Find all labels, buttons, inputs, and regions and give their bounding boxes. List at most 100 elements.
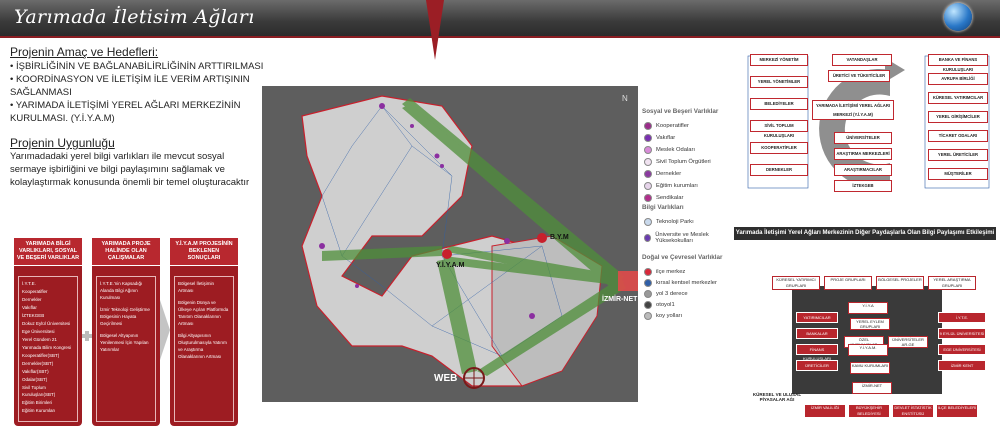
diagram2-caption: Yarımada İletişimi Yerel Ağları Merkezin… — [734, 227, 996, 240]
diagram1-right-box: KÜRESEL YATIRIMCILAR — [928, 92, 988, 104]
legend-label: otoyol1 — [656, 302, 675, 308]
diagram2-inner-box: Y.İ.Y.A — [848, 302, 888, 314]
legend-label: Dernekler — [656, 171, 682, 177]
legend-swatch — [644, 194, 652, 202]
diagram2-bottom-label: KÜRESEL VE ULUSAL PİYASALAR AĞI — [752, 392, 802, 402]
arrow-right-icon — [160, 300, 170, 360]
legend-item: Meslek Odaları — [644, 146, 695, 154]
column-title: YARIMADA PROJE HALİNDE OLAN ÇALIŞMALAR — [92, 238, 160, 266]
column-line: Vakıflar — [22, 305, 37, 310]
legend-item: kırsal kentsel merkezler — [644, 279, 717, 287]
diagram1-center-box: VATANDAŞLAR — [832, 54, 892, 66]
column-line: Yarımada Bilim Kongresi — [22, 345, 72, 350]
legend-swatch — [644, 290, 652, 298]
column-line: Eğitim Birimleri — [22, 400, 53, 405]
column-line: Dernekler — [22, 297, 42, 302]
column-assets: YARIMADA BİLGİ VARLIKLARI, SOSYAL VE BEŞ… — [14, 238, 82, 426]
column-line: Dernekler(SBT) — [22, 361, 54, 366]
purpose-item: • KOORDİNASYON VE İLETİŞİM İLE VERİM ART… — [10, 74, 250, 85]
column-line: Kooperatifler — [22, 289, 48, 294]
column-line: Ege Üniversitesi — [22, 329, 55, 334]
column-line: Yerel Gündem 21 — [22, 337, 57, 342]
diagram1-left-box: BELEDİYELER — [750, 98, 808, 110]
legend-swatch — [644, 312, 652, 320]
column-list: İ.Y.T.E.'nin Kapsadığı Alanda Bilgi Ağın… — [96, 276, 156, 422]
column-list: İ.Y.T.E. Kooperatifler Dernekler Vakıflar İZ… — [18, 276, 78, 422]
column-line: Kooperatifler(SBT) — [22, 353, 60, 358]
diagram2-right-box: 9 EYLÜL ÜNİVERSİTESİ — [938, 328, 986, 339]
diagram2-inner-box: İZMİR-NET — [852, 382, 892, 394]
legend-item: otoyol1 — [644, 301, 675, 309]
peninsula-map: Y.İ.Y.A.M B.Y.M İZMİR-NET WEB N — [262, 86, 638, 402]
legend-swatch — [644, 122, 652, 130]
diagram1-center-box: ÜNİVERSİTELER — [834, 132, 892, 144]
diagram2-right-box: EGE ÜNİVERSİTESİ — [938, 344, 986, 355]
plus-icon — [82, 331, 92, 341]
legend-label: Vakıflar — [656, 135, 676, 141]
legend-label: Kooperatifler — [656, 123, 689, 129]
column-projects: YARIMADA PROJE HALİNDE OLAN ÇALIŞMALAR İ… — [92, 238, 160, 426]
diagram1-right-box: YEREL ÜRETİCİLER — [928, 149, 988, 161]
globe-icon — [944, 3, 972, 31]
legend-label: Üniversite ve Meslek Yüksekokulları — [655, 232, 709, 244]
legend-label: Teknoloji Parkı — [656, 219, 694, 225]
map-label-web: WEB — [434, 373, 458, 384]
legend-swatch — [644, 170, 652, 178]
diagram2-top-box: KÜRESEL YATIRIMCI GRUPLARI — [772, 276, 820, 290]
diagram2-inner-box: KAMU KURUMLARI — [850, 362, 890, 374]
legend-swatch — [644, 268, 652, 276]
legend-swatch — [644, 279, 652, 287]
diagram1-left-box: SİVİL TOPLUM KURULUŞLARI — [750, 120, 808, 138]
column-line: Sivil Toplum Kuruluşları(SBT) — [22, 385, 56, 397]
legend-item: Dernekler — [644, 170, 681, 178]
map-label-izmir: İZMİR-NET — [602, 296, 638, 303]
diagram2-top-box: YEREL ARAŞTIRMA GRUPLARI — [928, 276, 976, 290]
diagram2-bottom-box: BÜYÜKŞEHİR BELEDİYESİ — [848, 404, 890, 418]
column-line: Dokuz Eylül Üniversitesi — [22, 321, 71, 326]
diagram2-inner-box: ÜNİVERSİTELER AR-GE — [888, 336, 928, 348]
legend-item: Sendikalar — [644, 194, 683, 202]
legend-label: ilçe merkez — [656, 269, 686, 275]
column-results: Y.İ.Y.A.M PROJESİNİN BEKLENEN SONUÇLARI … — [170, 238, 238, 426]
diagram1-center-box: YARIMADA İLETİŞİMİ YEREL AĞLARI MERKEZİ … — [812, 100, 894, 120]
legend-item: Kooperatifler — [644, 122, 689, 130]
compass-icon: N — [622, 94, 628, 103]
suitability-heading: Projenin Uygunluğu — [10, 136, 115, 150]
stakeholder-diagram: MERKEZİ YÖNETİM YEREL YÖNETİMLER BELEDİYEL… — [740, 48, 995, 198]
diagram1-left-box: YEREL YÖNETİMLER — [750, 76, 808, 88]
column-title: Y.İ.Y.A.M PROJESİNİN BEKLENEN SONUÇLARI — [170, 238, 238, 266]
legend-swatch — [644, 182, 652, 190]
diagram2-right-box: İZMİR KENT — [938, 360, 986, 371]
diagram1-right-box: MÜŞTERİLER — [928, 168, 988, 180]
column-line: İZTEKGEB — [22, 313, 45, 318]
legend-label: koy yolları — [656, 313, 683, 319]
column-line: Bölgesel İletişimin Artması — [178, 281, 215, 293]
column-list: Bölgesel İletişimin Artması Bölgenin Düny… — [174, 276, 234, 422]
diagram1-right-box: BANKA VE FİNANS KURULUŞLARI — [928, 54, 988, 72]
column-line: İ.Y.T.E. — [22, 281, 36, 286]
diagram2-bottom-box: İZMİR VALİLİĞİ — [804, 404, 846, 418]
column-line: İzmir Teknoloji Geliştirme Bölgesinin Ha… — [100, 307, 150, 326]
diagram1-left-box: KOOPERATİFLER — [750, 142, 808, 154]
diagram1-right-box: TİCARET ODALARI — [928, 130, 988, 142]
column-line: İ.Y.T.E.'nin Kapsadığı Alanda Bilgi Ağın… — [100, 281, 143, 300]
diagram2-left-box: FİNANS KURULUŞLARI — [796, 344, 838, 361]
purpose-item: • YARIMADA İLETİŞİMİ YEREL AĞLARI MERKEZ… — [10, 100, 241, 111]
diagram1-center-box: ARAŞTIRMACILAR — [834, 164, 892, 176]
legend-label: Eğitim kurumları — [656, 183, 698, 189]
column-line: Bilgi Altyapısının Oluşturulmasıyla Yatı… — [178, 333, 227, 359]
legend-swatch — [644, 301, 652, 309]
legend-item: Sivil Toplum Örgütleri — [644, 158, 711, 166]
diagram1-right-box: YEREL GİRİŞİMCİLER — [928, 111, 988, 123]
legend-item: Teknoloji Parkı — [644, 218, 694, 226]
diagram2-inner-box: YEREL EYLEM GRUPLARI — [850, 318, 890, 330]
legend-item: yol 3 derece — [644, 290, 688, 298]
diagram1-left-box: MERKEZİ YÖNETİM — [750, 54, 808, 66]
purpose-item: SAĞLANMASI — [10, 87, 72, 98]
map-label-bym: B.Y.M — [550, 234, 569, 241]
legend-swatch — [644, 146, 652, 154]
diagram2-inner-box: Y.İ.Y.A.M. — [848, 344, 888, 356]
column-title: YARIMADA BİLGİ VARLIKLARI, SOSYAL VE BEŞ… — [14, 238, 82, 266]
diagram2-top-box: BÖLGESEL PROJELER — [876, 276, 924, 290]
column-line: Bölgenin Dünya ve Ülkeye Açılan Platform… — [178, 300, 229, 326]
